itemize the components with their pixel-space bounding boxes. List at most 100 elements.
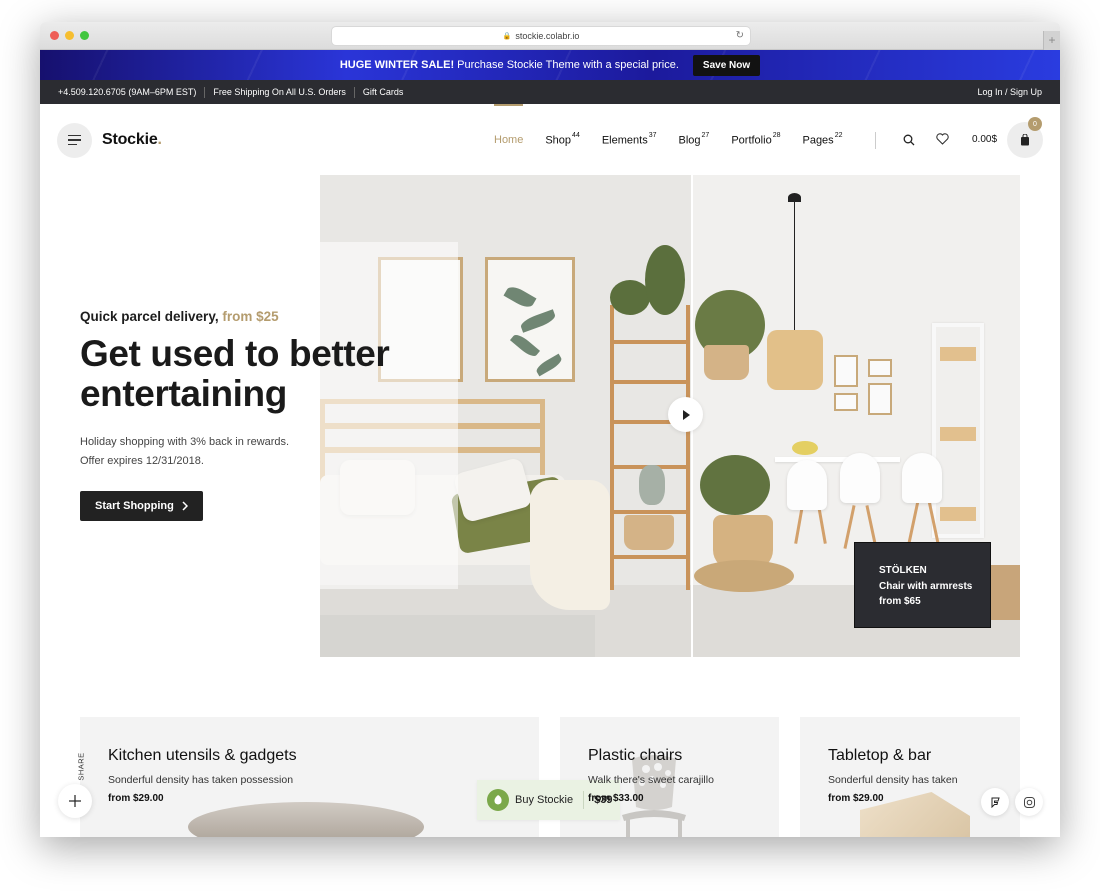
logo-dot: . xyxy=(157,131,162,148)
save-now-button[interactable]: Save Now xyxy=(692,54,761,76)
gift-cards-link[interactable]: Gift Cards xyxy=(363,87,404,97)
rug xyxy=(320,615,595,657)
hero-subtext: Holiday shopping with 3% back in rewards… xyxy=(80,433,389,471)
eyebrow-accent: from $25 xyxy=(222,309,279,324)
hero-eyebrow: Quick parcel delivery, from $25 xyxy=(80,309,389,324)
menu-line-icon xyxy=(68,139,81,141)
product-hotspot-card[interactable]: STÖLKEN Chair with armrests from $65 xyxy=(854,542,991,628)
logo-text: Stockie xyxy=(102,131,158,148)
card-price: from $29.00 xyxy=(108,793,164,804)
card-title: Plastic chairs xyxy=(588,747,683,764)
foursquare-button[interactable] xyxy=(981,788,1009,816)
category-card[interactable]: Kitchen utensils & gadgets Sonderful den… xyxy=(80,717,539,837)
card-title: Tabletop & bar xyxy=(828,747,932,764)
nav-home[interactable]: Home xyxy=(494,104,524,146)
nav-count: 44 xyxy=(572,131,580,139)
subtext-line: Holiday shopping with 3% back in rewards… xyxy=(80,436,290,448)
category-card[interactable]: Tabletop & bar Sonderful density has tak… xyxy=(800,717,1020,837)
pendant-lamp xyxy=(767,330,823,390)
card-desc: Sonderful density has taken possession xyxy=(108,774,294,786)
promo-banner: HUGE WINTER SALE! Purchase Stockie Theme… xyxy=(40,50,1060,80)
card-title: Kitchen utensils & gadgets xyxy=(108,747,297,764)
shipping-link[interactable]: Free Shipping On All U.S. Orders xyxy=(213,87,346,97)
new-tab-button[interactable]: + xyxy=(1043,31,1060,50)
nav-portfolio[interactable]: Portfolio28 xyxy=(731,131,781,147)
knit-throw xyxy=(530,480,610,610)
product-name: STÖLKEN xyxy=(879,565,927,576)
dining-chair xyxy=(840,453,880,503)
site-logo[interactable]: Stockie. xyxy=(102,131,162,149)
shopping-bag-icon xyxy=(1021,134,1029,146)
menu-line-icon xyxy=(68,143,77,146)
headline-line: Get used to better xyxy=(80,333,390,374)
menu-line-icon xyxy=(68,134,81,137)
envato-leaf-icon xyxy=(487,789,509,811)
cta-label: Start Shopping xyxy=(95,500,174,512)
nav-label: Home xyxy=(494,134,524,146)
promo-text: HUGE WINTER SALE! Purchase Stockie Theme… xyxy=(340,59,679,71)
bowl-image xyxy=(188,802,424,837)
dining-table xyxy=(775,457,900,462)
phone-number: +4.509.120.6705 (9AM–6PM EST) xyxy=(58,87,197,97)
promo-headline: HUGE WINTER SALE! xyxy=(339,59,455,71)
promo-message: Purchase Stockie Theme with a special pr… xyxy=(457,59,679,71)
nav-label: Elements xyxy=(601,134,648,147)
nav-count: 27 xyxy=(701,131,710,139)
site-header: Stockie. Home Shop44 Elements37 Blog27 P… xyxy=(40,104,1060,176)
instagram-icon xyxy=(1023,796,1035,808)
cart-count-badge: 0 xyxy=(1028,117,1042,131)
maximize-window-button[interactable] xyxy=(80,31,89,40)
address-bar[interactable]: 🔒 stockie.colabr.io ↻ xyxy=(332,27,750,45)
nav-pages[interactable]: Pages22 xyxy=(802,131,843,147)
lock-icon: 🔒 xyxy=(502,33,512,40)
wishlist-heart-icon[interactable] xyxy=(936,133,949,148)
reload-icon[interactable]: ↻ xyxy=(736,30,744,41)
headline-line: entertaining xyxy=(80,373,287,414)
product-price: from $65 xyxy=(879,596,921,607)
play-video-button[interactable] xyxy=(668,397,703,432)
nav-count: 37 xyxy=(648,131,657,139)
card-desc: Walk there's sweet carajillo xyxy=(588,774,714,786)
instagram-button[interactable] xyxy=(1015,788,1043,816)
hero-section: STÖLKEN Chair with armrests from $65 Qui… xyxy=(40,175,1060,657)
divider xyxy=(204,86,206,98)
buy-label: Buy Stockie xyxy=(515,794,574,806)
hero-headline: Get used to better entertaining xyxy=(80,333,390,414)
hamburger-menu-button[interactable] xyxy=(57,122,92,158)
pouf xyxy=(694,560,794,592)
divider xyxy=(875,132,876,149)
nav-shop[interactable]: Shop44 xyxy=(545,131,580,147)
bookcase xyxy=(932,323,984,538)
dining-chair xyxy=(787,460,827,510)
nav-label: Shop xyxy=(545,134,572,147)
product-desc: Chair with armrests xyxy=(879,580,973,592)
nav-label: Blog xyxy=(678,134,701,147)
share-label: SHARE xyxy=(76,752,86,781)
nav-label: Pages xyxy=(802,134,834,147)
browser-chrome: 🔒 stockie.colabr.io ↻ + xyxy=(40,22,1060,50)
nav-elements[interactable]: Elements37 xyxy=(601,131,657,147)
divider xyxy=(583,791,585,809)
minimize-window-button[interactable] xyxy=(65,31,74,40)
search-icon[interactable] xyxy=(903,133,915,151)
card-price: from $33.00 xyxy=(588,793,644,804)
top-info-bar: +4.509.120.6705 (9AM–6PM EST) Free Shipp… xyxy=(40,80,1060,104)
cart-total[interactable]: 0.00$ xyxy=(972,134,997,145)
share-plus-button[interactable] xyxy=(58,784,92,818)
hero-text: Quick parcel delivery, from $25 Get used… xyxy=(80,309,390,521)
divider xyxy=(353,86,355,98)
play-icon xyxy=(682,409,690,420)
dining-chair xyxy=(902,453,942,503)
login-signup-link[interactable]: Log In / Sign Up xyxy=(977,87,1042,97)
card-desc: Sonderful density has taken xyxy=(828,774,958,786)
main-nav: Home Shop44 Elements37 Blog27 Portfolio2… xyxy=(494,104,842,176)
nav-count: 22 xyxy=(834,131,843,139)
close-window-button[interactable] xyxy=(50,31,59,40)
eyebrow-text: Quick parcel delivery, xyxy=(80,309,219,324)
nav-count: 28 xyxy=(772,131,781,139)
nav-label: Portfolio xyxy=(731,134,772,147)
nav-blog[interactable]: Blog27 xyxy=(678,131,710,147)
chevron-right-icon xyxy=(182,501,188,511)
subtext-line: Offer expires 12/31/2018. xyxy=(80,455,204,467)
start-shopping-button[interactable]: Start Shopping xyxy=(80,491,203,521)
